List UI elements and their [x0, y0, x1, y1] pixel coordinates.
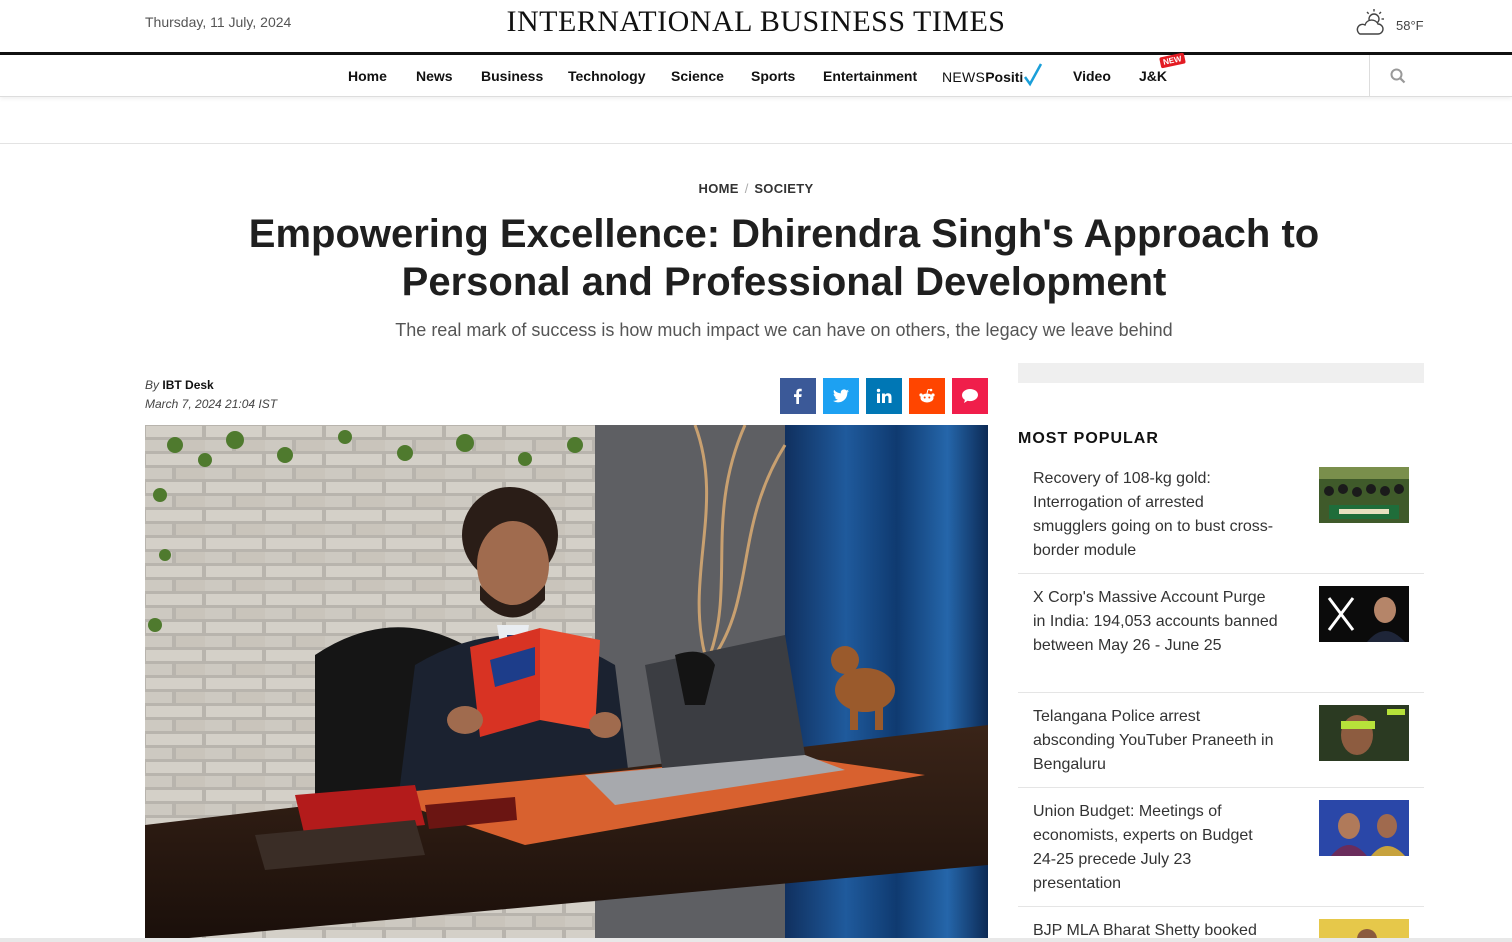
weather-widget: 58°F — [1354, 8, 1424, 43]
most-popular-heading: MOST POPULAR — [1018, 430, 1159, 447]
search-button[interactable] — [1369, 55, 1425, 96]
nav-sports[interactable]: Sports — [751, 68, 795, 84]
article-subtitle: The real mark of success is how much imp… — [395, 320, 1173, 340]
top-bar: Thursday, 11 July, 2024 INTERNATIONAL BU… — [0, 0, 1512, 52]
popular-item-title[interactable]: X Corp's Massive Account Purge in India:… — [1033, 586, 1278, 658]
popular-item[interactable]: Telangana Police arrest absconding YouTu… — [1018, 705, 1424, 788]
share-reddit-button[interactable] — [909, 378, 945, 414]
nav-science[interactable]: Science — [671, 68, 724, 84]
breadcrumb-home[interactable]: HOME — [699, 181, 739, 196]
share-linkedin-button[interactable] — [866, 378, 902, 414]
popular-item-thumbnail[interactable] — [1319, 586, 1409, 642]
cloud-sun-icon — [1354, 8, 1388, 43]
byline: By IBT Desk — [145, 378, 214, 392]
site-logo[interactable]: INTERNATIONAL BUSINESS TIMES — [0, 5, 1512, 39]
popular-item-title[interactable]: Union Budget: Meetings of economists, ex… — [1033, 800, 1278, 896]
popular-item[interactable]: X Corp's Massive Account Purge in India:… — [1018, 586, 1424, 693]
breadcrumb: HOME / SOCIETY — [0, 181, 1512, 196]
popular-item-thumbnail[interactable] — [1319, 705, 1409, 761]
author-link[interactable]: IBT Desk — [162, 378, 213, 392]
nav-technology[interactable]: Technology — [568, 68, 646, 84]
nav-jk[interactable]: J&K — [1139, 68, 1167, 84]
share-facebook-button[interactable] — [780, 378, 816, 414]
popular-item-thumbnail[interactable] — [1319, 467, 1409, 523]
bottom-scroll-shade — [0, 938, 1512, 942]
breadcrumb-separator: / — [744, 181, 749, 196]
weather-temp: 58°F — [1396, 18, 1424, 33]
article-date: March 7, 2024 21:04 IST — [145, 397, 278, 411]
search-icon — [1390, 68, 1405, 83]
newspositive-part1: NEWS — [942, 69, 986, 85]
nav-video[interactable]: Video — [1073, 68, 1111, 84]
sidebar-ad-placeholder — [1018, 363, 1424, 383]
popular-item-thumbnail[interactable] — [1319, 800, 1409, 856]
breadcrumb-section[interactable]: SOCIETY — [754, 181, 813, 196]
new-badge: NEW — [1159, 52, 1186, 69]
ad-separator — [0, 143, 1512, 144]
popular-item[interactable]: Union Budget: Meetings of economists, ex… — [1018, 800, 1424, 907]
nav-business[interactable]: Business — [481, 68, 543, 84]
article-hero-image — [145, 425, 988, 942]
byline-prefix: By — [145, 378, 160, 392]
nav-news[interactable]: News — [416, 68, 453, 84]
share-twitter-button[interactable] — [823, 378, 859, 414]
nav-entertainment[interactable]: Entertainment — [823, 68, 917, 84]
main-nav: Home News Business Technology Science Sp… — [0, 52, 1512, 97]
comment-icon — [962, 389, 978, 403]
newspositive-part2: Positi — [985, 69, 1024, 85]
article-title: Empowering Excellence: Dhirendra Singh's… — [248, 212, 1320, 304]
checkmark-icon — [1024, 63, 1043, 87]
popular-item-title[interactable]: Telangana Police arrest absconding YouTu… — [1033, 705, 1278, 777]
popular-item[interactable]: Recovery of 108-kg gold: Interrogation o… — [1018, 467, 1424, 574]
reddit-icon — [919, 388, 935, 403]
share-comment-button[interactable] — [952, 378, 988, 414]
linkedin-icon — [876, 388, 892, 403]
popular-item-title[interactable]: Recovery of 108-kg gold: Interrogation o… — [1033, 467, 1278, 563]
twitter-icon — [833, 389, 849, 403]
facebook-icon — [794, 388, 802, 404]
nav-newspositive[interactable]: NEWS Positi — [942, 62, 1043, 88]
nav-home[interactable]: Home — [348, 68, 387, 84]
